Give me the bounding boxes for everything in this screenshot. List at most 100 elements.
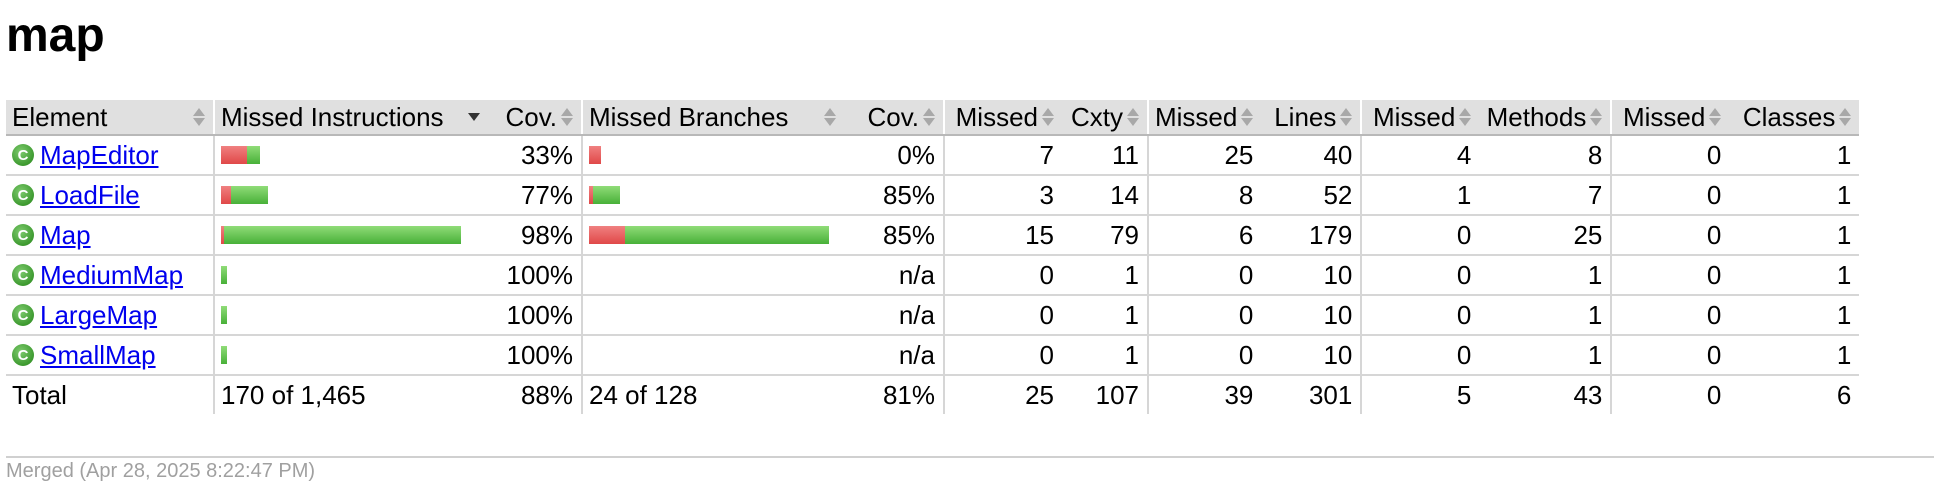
covered-bar-segment <box>625 226 829 244</box>
missed-bar-segment <box>589 226 625 244</box>
classes: 1 <box>1729 175 1860 216</box>
header-instructions-coverage[interactable]: Cov. <box>488 100 582 136</box>
footer-divider <box>6 456 1934 458</box>
total-missed-complexity: 25 <box>943 375 1062 414</box>
complexity: 11 <box>1062 135 1148 176</box>
header-missed-lines[interactable]: Missed <box>1146 100 1262 136</box>
complexity: 1 <box>1062 335 1148 376</box>
lines: 10 <box>1261 335 1362 376</box>
covered-bar-segment <box>221 266 227 284</box>
sort-icon <box>824 107 836 127</box>
element-cell: C SmallMap <box>6 335 214 376</box>
element-link[interactable]: MediumMap <box>40 260 183 291</box>
header-missed-instructions[interactable]: Missed Instructions <box>213 100 488 136</box>
header-element[interactable]: Element <box>6 100 214 136</box>
missed-complexity: 15 <box>943 215 1062 256</box>
complexity: 14 <box>1062 175 1148 216</box>
missed-classes: 0 <box>1610 295 1730 336</box>
missed-complexity: 7 <box>943 135 1062 176</box>
branches-coverage-bar <box>589 186 836 204</box>
methods: 1 <box>1479 255 1612 296</box>
header-branches-coverage[interactable]: Cov. <box>844 100 944 136</box>
branches-coverage: 85% <box>844 215 944 256</box>
missed-instructions-cell <box>213 295 488 336</box>
methods: 7 <box>1479 175 1612 216</box>
header-complexity[interactable]: Cxty <box>1062 100 1148 136</box>
total-branches-coverage: 81% <box>882 379 935 410</box>
missed-methods: 0 <box>1360 255 1480 296</box>
methods: 1 <box>1479 335 1612 376</box>
missed-complexity: 0 <box>943 335 1062 376</box>
missed-bar-segment <box>589 146 601 164</box>
total-complexity: 107 <box>1095 379 1139 410</box>
table-row: C MapEditor 33% 0% 7 11 25 40 4 8 0 1 <box>6 135 1860 176</box>
table-row: C SmallMap 100% n/a 0 1 0 10 0 1 0 1 <box>6 335 1860 376</box>
element-link[interactable]: Map <box>40 220 91 251</box>
total-missed-methods: 5 <box>1360 375 1480 414</box>
lines: 40 <box>1261 135 1362 176</box>
header-missed-methods[interactable]: Missed <box>1360 100 1480 136</box>
branches-coverage: 85% <box>844 175 944 216</box>
covered-bar-segment <box>221 306 227 324</box>
table-row: C LoadFile 77% 85% 3 14 8 52 1 7 0 1 <box>6 175 1860 216</box>
sort-descending-icon <box>468 107 480 127</box>
classes: 1 <box>1729 215 1860 256</box>
missed-branches-cell <box>581 255 844 296</box>
header-methods[interactable]: Methods <box>1479 100 1612 136</box>
lines: 179 <box>1261 215 1362 256</box>
methods: 8 <box>1479 135 1612 176</box>
missed-bar-segment <box>221 186 231 204</box>
methods: 1 <box>1479 295 1612 336</box>
total-row: Total 170 of 1,465 88% 24 of 128 81% 25 … <box>6 375 1859 414</box>
branches-coverage: n/a <box>844 255 944 296</box>
total-branches: 24 of 128 <box>581 375 844 414</box>
element-link[interactable]: MapEditor <box>40 140 159 171</box>
missed-classes: 0 <box>1610 135 1730 176</box>
class-icon: C <box>12 344 34 366</box>
branches-coverage-bar <box>589 146 836 164</box>
missed-instructions-cell <box>213 175 488 216</box>
sort-icon <box>923 107 935 127</box>
class-icon: C <box>12 304 34 326</box>
table-row: C MediumMap 100% n/a 0 1 0 10 0 1 0 1 <box>6 255 1860 296</box>
missed-branches-cell <box>581 215 844 256</box>
total-instructions-coverage: 88% <box>520 379 573 410</box>
missed-instructions-cell <box>213 255 488 296</box>
instructions-coverage: 33% <box>488 135 582 176</box>
element-link[interactable]: LoadFile <box>40 180 140 211</box>
instructions-coverage-bar <box>221 346 480 364</box>
footer-timestamp: Merged (Apr 28, 2025 8:22:47 PM) <box>6 460 316 482</box>
missed-lines: 6 <box>1146 215 1262 256</box>
classes: 1 <box>1729 255 1860 296</box>
total-instructions: 170 of 1,465 <box>213 375 488 414</box>
instructions-coverage-bar <box>221 186 480 204</box>
header-lines[interactable]: Lines <box>1261 100 1362 136</box>
missed-complexity: 3 <box>943 175 1062 216</box>
header-missed-branches[interactable]: Missed Branches <box>581 100 844 136</box>
table-row: C LargeMap 100% n/a 0 1 0 10 0 1 0 1 <box>6 295 1860 336</box>
sort-icon <box>193 107 205 127</box>
complexity: 1 <box>1062 255 1148 296</box>
element-link[interactable]: LargeMap <box>40 300 157 331</box>
instructions-coverage: 100% <box>488 255 582 296</box>
element-cell: C LargeMap <box>6 295 214 336</box>
sort-icon <box>1839 107 1852 127</box>
class-icon: C <box>12 224 34 246</box>
branches-coverage: n/a <box>844 295 944 336</box>
covered-bar-segment <box>231 186 268 204</box>
missed-methods: 0 <box>1360 215 1480 256</box>
missed-complexity: 0 <box>943 255 1062 296</box>
sort-icon <box>1709 107 1722 127</box>
covered-bar-segment <box>224 226 461 244</box>
missed-instructions-cell <box>213 215 488 256</box>
header-missed-complexity[interactable]: Missed <box>943 100 1062 136</box>
missed-lines: 0 <box>1146 295 1262 336</box>
element-link[interactable]: SmallMap <box>40 340 156 371</box>
header-classes[interactable]: Classes <box>1729 100 1860 136</box>
coverage-table: Element Missed Instructions Cov. Missed … <box>6 100 1860 414</box>
element-cell: C MediumMap <box>6 255 214 296</box>
sort-icon <box>1127 107 1139 127</box>
total-label: Total <box>12 379 67 410</box>
header-missed-classes[interactable]: Missed <box>1610 100 1730 136</box>
sort-icon <box>1459 107 1472 127</box>
